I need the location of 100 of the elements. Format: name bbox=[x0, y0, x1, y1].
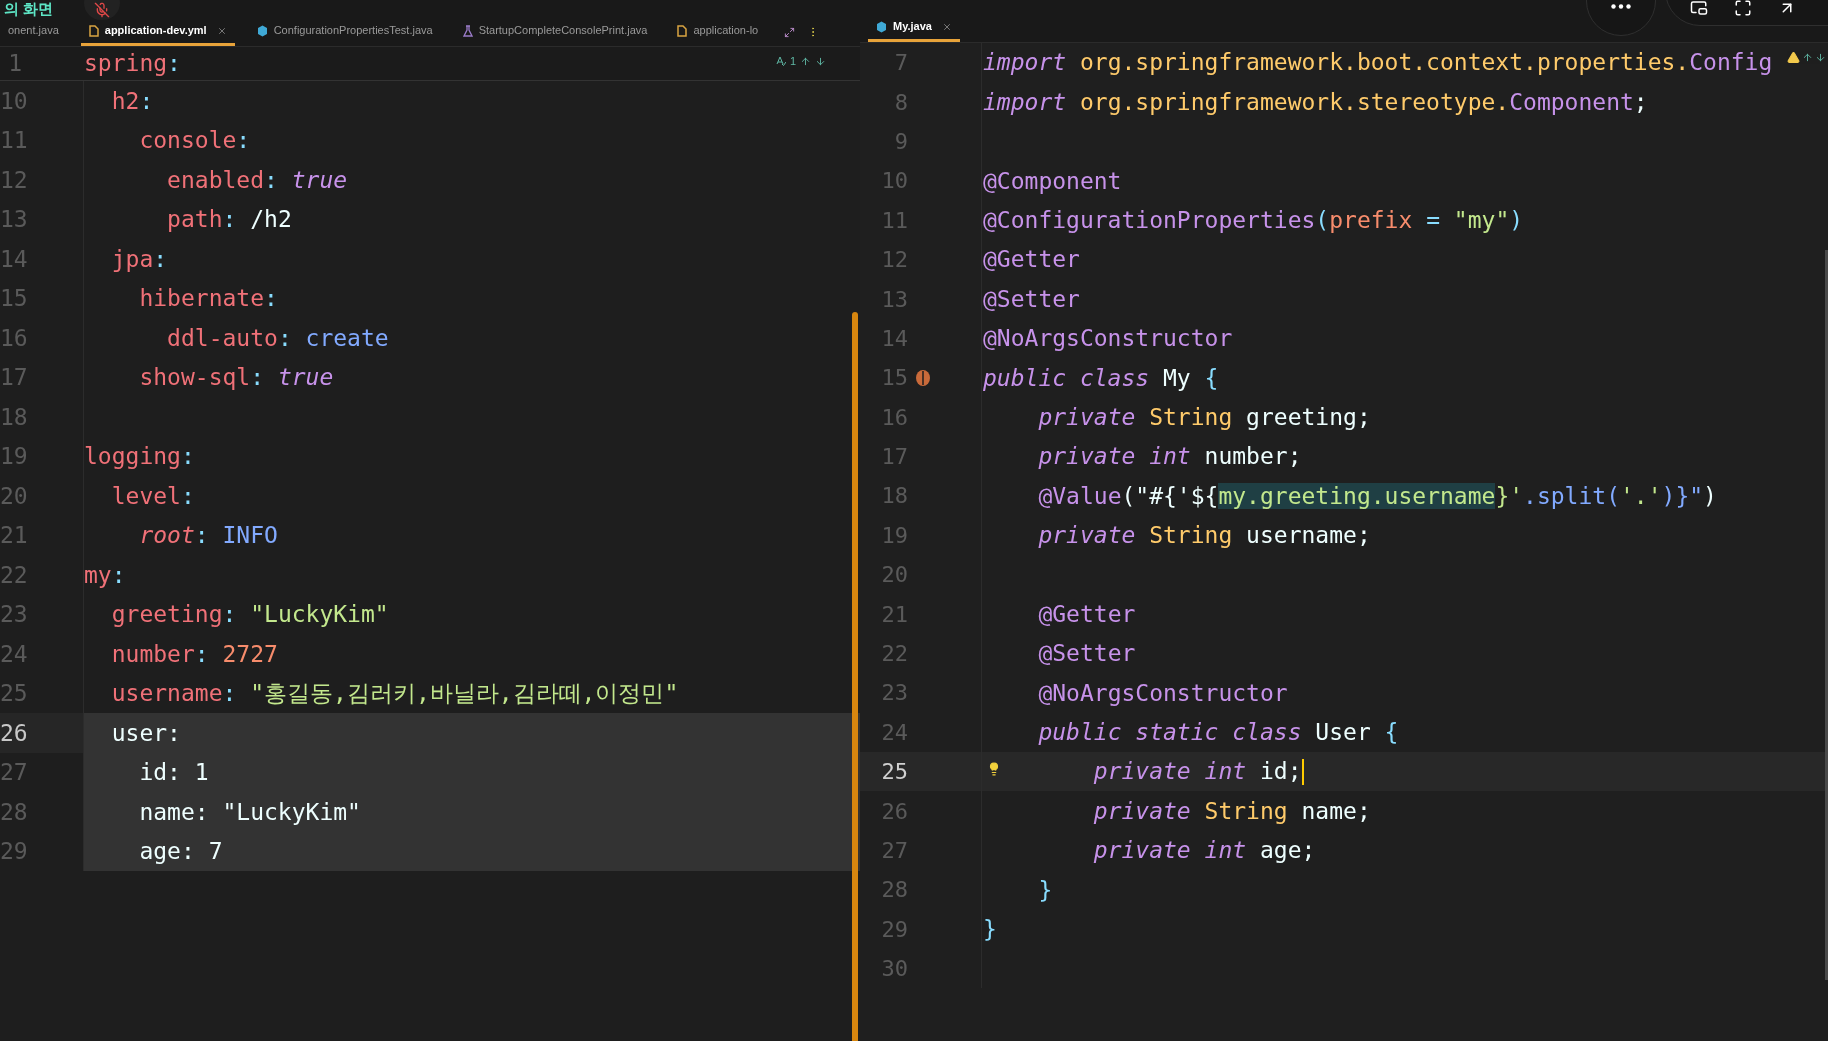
tab-label: StartupCompleteConsolePrint.java bbox=[478, 23, 648, 39]
line-number: 18 bbox=[880, 482, 908, 511]
code-line-text: name: "LuckyKim" bbox=[139, 797, 361, 827]
code-line-text: @NoArgsConstructor bbox=[1038, 678, 1288, 708]
editor-tab[interactable]: onent.java bbox=[0, 18, 67, 46]
bean-icon[interactable] bbox=[914, 368, 932, 387]
code-line-text: spring: bbox=[84, 49, 181, 79]
editor-tab[interactable]: StartupCompleteConsolePrint.java bbox=[454, 18, 656, 46]
lightbulb-icon[interactable] bbox=[987, 762, 1001, 777]
line-number: 27 bbox=[0, 758, 26, 787]
line-number: 24 bbox=[0, 639, 26, 669]
code-line-text: import org.springframework.boot.context.properties.Config bbox=[983, 48, 1773, 78]
document-icon bbox=[88, 24, 99, 37]
mic-off-icon bbox=[94, 2, 110, 18]
code-line-text: greeting: "LuckyKim" bbox=[111, 600, 389, 629]
code-line-text: private String greeting; bbox=[1038, 402, 1371, 432]
code-line-text: h2: bbox=[111, 86, 154, 116]
line-number: 20 bbox=[880, 561, 908, 590]
arrow-down-icon[interactable] bbox=[1815, 52, 1826, 63]
code-line-text: } bbox=[983, 915, 997, 945]
line-number: 8 bbox=[893, 88, 908, 117]
line-number: 1 bbox=[7, 49, 22, 79]
line-number: 29 bbox=[0, 837, 26, 866]
code-line-text: age: 7 bbox=[139, 837, 223, 866]
flask-icon bbox=[462, 24, 473, 37]
arrow-up-icon[interactable] bbox=[1802, 52, 1813, 63]
spellcheck-icon[interactable] bbox=[775, 56, 786, 67]
code-line-text: root: INFO bbox=[139, 521, 278, 550]
line-number: 17 bbox=[880, 443, 908, 472]
code-line-text: public static class User { bbox=[1038, 718, 1399, 748]
expand-icon[interactable] bbox=[784, 26, 796, 38]
code-line-text: level: bbox=[111, 481, 195, 511]
code-line-text: my: bbox=[84, 560, 126, 590]
line-number: 21 bbox=[880, 600, 908, 629]
line-number: 20 bbox=[0, 481, 26, 511]
code-line-text: @Setter bbox=[1038, 639, 1136, 669]
code-line-text: public class My { bbox=[983, 363, 1219, 393]
line-number: 13 bbox=[880, 285, 908, 314]
line-number: 10 bbox=[880, 167, 908, 196]
line-number: 25 bbox=[880, 758, 908, 787]
line-number: 16 bbox=[880, 403, 908, 432]
fullscreen-icon[interactable] bbox=[1734, 0, 1752, 17]
code-line-text: private int age; bbox=[1093, 836, 1316, 866]
line-number: 22 bbox=[0, 560, 26, 590]
line-number: 15 bbox=[0, 284, 26, 313]
code-line-text: show-sql: true bbox=[139, 363, 334, 392]
code-line-text: private String username; bbox=[1038, 521, 1371, 551]
tab-label: application-lo bbox=[693, 23, 759, 39]
line-number: 12 bbox=[0, 165, 26, 195]
scrollbar-thumb[interactable] bbox=[1825, 250, 1828, 980]
line-number: 18 bbox=[0, 402, 26, 432]
line-number: 30 bbox=[880, 955, 908, 984]
code-line-text: @Getter bbox=[983, 245, 1080, 275]
line-number: 19 bbox=[880, 521, 908, 550]
scrollbar-thumb[interactable] bbox=[852, 312, 858, 1041]
line-number: 17 bbox=[0, 363, 26, 392]
close-icon[interactable] bbox=[216, 25, 227, 36]
code-line-text: id: 1 bbox=[139, 758, 209, 787]
line-number: 11 bbox=[0, 126, 26, 155]
code-line-text: ddl-auto: create bbox=[167, 323, 389, 353]
line-number: 10 bbox=[0, 86, 26, 116]
line-number: 14 bbox=[880, 324, 908, 353]
line-number: 28 bbox=[0, 797, 26, 827]
line-number: 24 bbox=[880, 718, 908, 747]
tab-label: ConfigurationPropertiesTest.java bbox=[273, 23, 433, 39]
line-number: 25 bbox=[0, 679, 26, 708]
code-line-text: @Value("#{'${my.greeting.username}'.split('.')}") bbox=[1038, 481, 1717, 511]
code-line-text: import org.springframework.stereotype.Component; bbox=[983, 87, 1648, 117]
code-line-text: @Setter bbox=[983, 284, 1080, 314]
line-number: 28 bbox=[880, 876, 908, 905]
code-line-text: @NoArgsConstructor bbox=[983, 324, 1233, 354]
code-line-text: user: bbox=[111, 718, 181, 748]
code-line-text: hibernate: bbox=[139, 284, 278, 313]
tab-label: onent.java bbox=[8, 23, 59, 39]
editor-tab[interactable]: ConfigurationPropertiesTest.java bbox=[248, 18, 441, 46]
close-icon[interactable] bbox=[941, 21, 952, 32]
code-line-text: private int number; bbox=[1038, 442, 1302, 472]
hexagon-icon bbox=[876, 20, 887, 33]
code-line-text: private String name; bbox=[1093, 796, 1371, 826]
code-line-text: number: 2727 bbox=[111, 639, 278, 669]
line-number: 12 bbox=[880, 246, 908, 275]
hexagon-icon bbox=[256, 24, 268, 37]
line-number: 7 bbox=[893, 49, 908, 78]
code-line-text: logging: bbox=[84, 442, 195, 471]
code-line-text: @Component bbox=[983, 166, 1122, 196]
inspection-count: 1 bbox=[789, 54, 796, 69]
line-number: 23 bbox=[0, 600, 26, 629]
editor-tab[interactable]: application-lo bbox=[669, 18, 767, 46]
line-number: 9 bbox=[893, 127, 908, 156]
code-line-text: private int id; bbox=[1093, 757, 1302, 787]
line-number: 29 bbox=[880, 915, 908, 944]
code-line-text: enabled: true bbox=[167, 165, 348, 195]
picture-in-picture-icon[interactable] bbox=[1690, 0, 1708, 17]
line-number: 26 bbox=[880, 797, 908, 826]
warning-icon[interactable] bbox=[1787, 51, 1800, 64]
tab-label: My.java bbox=[893, 19, 932, 35]
arrow-down-icon[interactable] bbox=[815, 55, 826, 67]
arrow-up-icon[interactable] bbox=[800, 55, 811, 67]
line-number: 21 bbox=[0, 521, 26, 550]
code-line-text: } bbox=[1038, 875, 1053, 905]
